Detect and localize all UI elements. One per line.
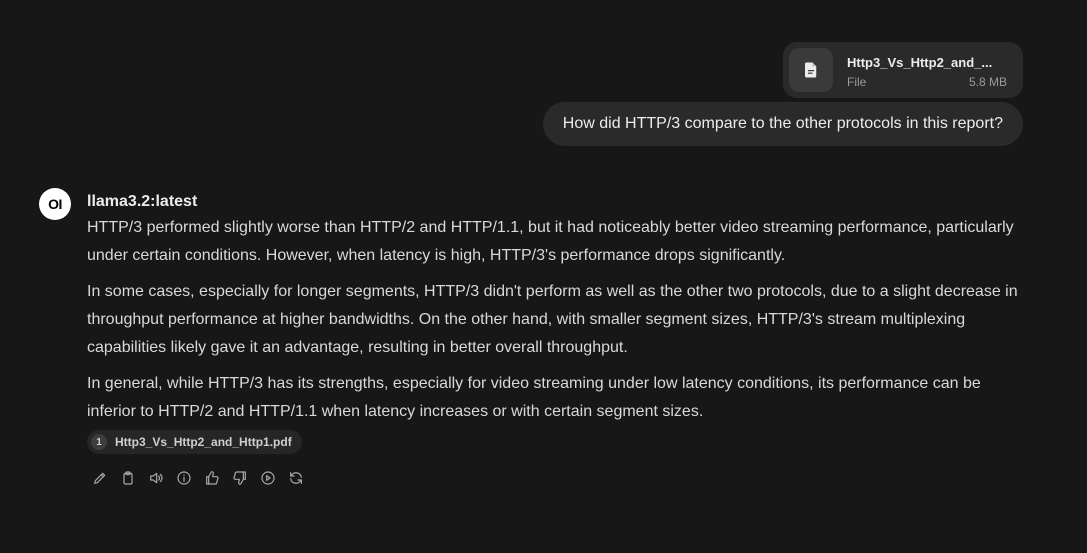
message-actions (90, 468, 314, 488)
thumbs-down-icon[interactable] (230, 468, 250, 488)
citation-chip[interactable]: 1 Http3_Vs_Http2_and_Http1.pdf (87, 430, 302, 454)
continue-icon[interactable] (258, 468, 278, 488)
answer-paragraph: In some cases, especially for longer seg… (87, 283, 1018, 356)
citation-label: Http3_Vs_Http2_and_Http1.pdf (115, 435, 292, 449)
thumbs-up-icon[interactable] (202, 468, 222, 488)
avatar: OI (39, 188, 71, 220)
attachment-name: Http3_Vs_Http2_and_... (847, 55, 993, 70)
attachment-type: File (847, 75, 867, 89)
edit-icon[interactable] (90, 468, 110, 488)
document-icon (789, 48, 833, 92)
attachment-size: 5.8 MB (968, 75, 1007, 89)
copy-icon[interactable] (118, 468, 138, 488)
info-icon[interactable] (174, 468, 194, 488)
user-message: How did HTTP/3 compare to the other prot… (542, 102, 1023, 146)
answer-paragraph: HTTP/3 performed slightly worse than HTT… (87, 219, 1014, 264)
read-aloud-icon[interactable] (146, 468, 166, 488)
regenerate-icon[interactable] (286, 468, 306, 488)
model-name: llama3.2:latest (87, 193, 198, 210)
citation-number: 1 (91, 434, 107, 450)
attachment-card[interactable]: Http3_Vs_Http2_and_... File 5.8 MB (783, 42, 1023, 98)
chat-view: Http3_Vs_Http2_and_... File 5.8 MB How d… (0, 0, 1087, 553)
answer-paragraph: In general, while HTTP/3 has its strengt… (87, 375, 981, 420)
assistant-message: HTTP/3 performed slightly worse than HTT… (87, 214, 1027, 434)
